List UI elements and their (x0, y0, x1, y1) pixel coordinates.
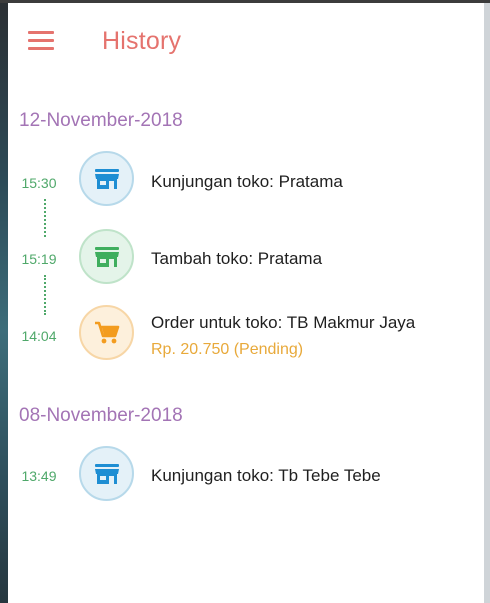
entry-title: Kunjungan toko: Tb Tebe Tebe (151, 466, 381, 485)
background-right (484, 0, 490, 603)
store-icon (94, 246, 119, 267)
entry-title: Tambah toko: Pratama (151, 249, 323, 268)
entry-subtitle: Rp. 20.750 (Pending) (151, 341, 304, 358)
timeline-connector (44, 275, 46, 315)
history-panel: History 12-November-2018 15:30 Kunjungan… (8, 3, 484, 603)
store-icon-circle[interactable] (79, 151, 134, 206)
store-icon-circle[interactable] (79, 446, 134, 501)
page-title: History (102, 27, 182, 55)
entry-time: 13:49 (21, 468, 57, 484)
timeline-connector (44, 199, 46, 237)
entry-time: 15:19 (21, 251, 57, 267)
date-header: 12-November-2018 (19, 110, 183, 131)
entry-title: Order untuk toko: TB Makmur Jaya (151, 313, 416, 332)
cart-icon-circle[interactable] (79, 305, 134, 360)
store-icon (94, 168, 119, 189)
cart-icon (94, 321, 119, 343)
entry-time: 14:04 (21, 328, 57, 344)
app-header: History (8, 3, 484, 77)
entry-time: 15:30 (21, 175, 57, 191)
hamburger-menu-icon[interactable] (28, 31, 54, 51)
store-icon-circle[interactable] (79, 229, 134, 284)
store-icon (94, 463, 119, 484)
entry-title: Kunjungan toko: Pratama (151, 172, 343, 191)
date-header: 08-November-2018 (19, 405, 183, 426)
